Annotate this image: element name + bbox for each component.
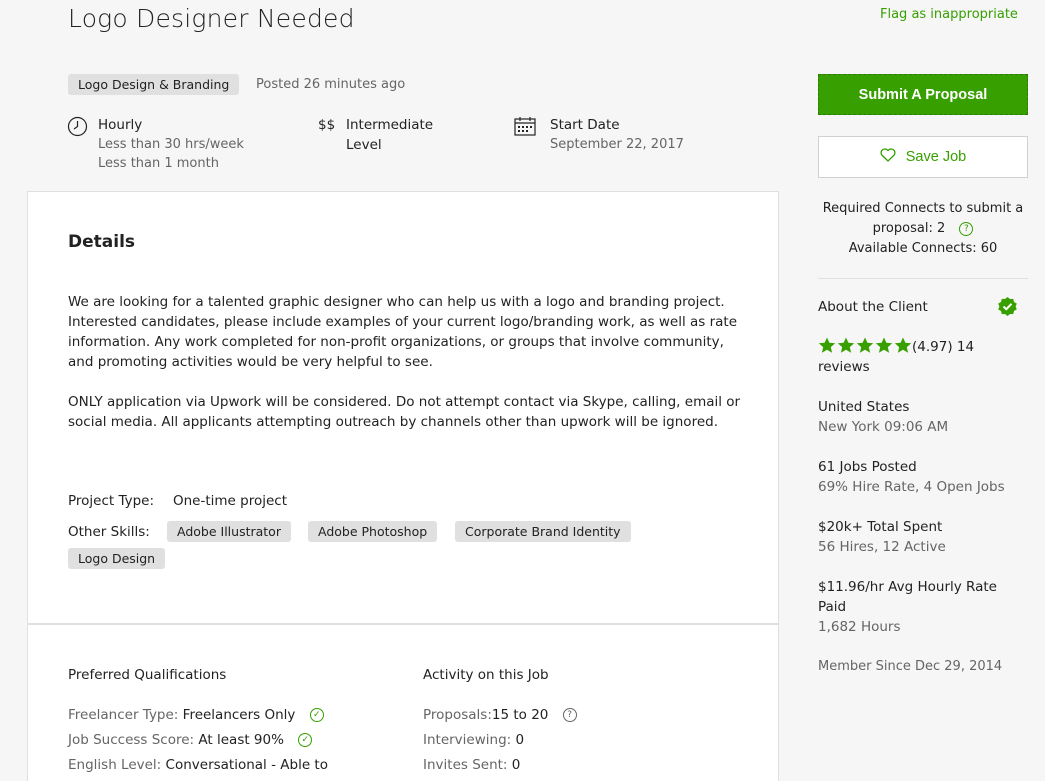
freelancer-type-row: Freelancer Type: Freelancers Only ✓ [68,707,324,723]
details-heading: Details [68,232,136,252]
clock-icon [67,116,88,141]
job-success-value: At least 90% [198,732,284,748]
interviewing-value: 0 [515,732,525,748]
star-icon [856,337,874,358]
job-title: Logo Designer Needed [68,4,355,33]
description-paragraph-2: ONLY application via Upwork will be cons… [68,394,741,430]
connects-line-2: proposal: 2 [872,221,946,236]
job-success-row: Job Success Score: At least 90% ✓ [68,732,313,748]
skill-tag[interactable]: Corporate Brand Identity [455,521,631,542]
hires-count: 56 Hires, 12 Active [818,539,946,555]
sidebar-divider [818,278,1028,279]
rating-value: (4.97) 14 [912,339,975,355]
invites-value: 0 [511,757,521,773]
total-spent: $20k+ Total Spent [818,519,943,535]
proposals-row: Proposals:15 to 20 ? [423,707,577,723]
connects-line-2-row: proposal: 2 ? [818,219,1028,239]
job-success-label: Job Success Score: [68,732,195,748]
invites-row: Invites Sent: 0 [423,757,520,773]
posted-time: Posted 26 minutes ago [256,77,406,92]
activity-heading: Activity on this Job [423,667,549,683]
member-since: Member Since Dec 29, 2014 [818,659,1003,674]
calendar-icon [514,116,536,140]
client-country: United States [818,399,910,415]
category-tag[interactable]: Logo Design & Branding [68,74,240,95]
flag-inappropriate-link[interactable]: Flag as inappropriate [880,7,1018,22]
skill-tag[interactable]: Adobe Illustrator [167,521,291,542]
description-paragraph-1: We are looking for a talented graphic de… [68,294,738,370]
total-hours: 1,682 Hours [818,619,901,635]
price-level-icon: $$ [318,117,336,133]
save-job-label: Save Job [905,149,967,165]
client-local-time: New York 09:06 AM [818,419,949,435]
help-icon[interactable]: ? [562,708,577,722]
other-skills-label: Other Skills: [68,524,150,540]
connects-info: Required Connects to submit a proposal: … [818,199,1028,259]
avg-hourly-rate-line2: Paid [818,599,847,615]
freelancer-type-value: Freelancers Only [182,707,296,723]
details-card [27,191,779,781]
star-icon [818,337,836,358]
available-connects: Available Connects: 60 [848,241,998,256]
start-date-value: September 22, 2017 [550,137,684,152]
duration: Less than 1 month [98,156,219,171]
verified-check-icon [997,296,1018,321]
star-icon [875,337,893,358]
save-job-button[interactable]: Save Job [818,136,1028,178]
skill-tag[interactable]: Adobe Photoshop [308,521,438,542]
star-icon [837,337,855,358]
heart-icon [880,148,896,166]
hire-rate: 69% Hire Rate, 4 Open Jobs [818,479,1005,495]
jobs-posted: 61 Jobs Posted [818,459,917,475]
experience-level: Intermediate [346,117,434,133]
hourly-label: Hourly [98,117,143,133]
english-level-label: English Level: [68,757,162,773]
english-level-row: English Level: Conversational - Able to [68,757,328,773]
interviewing-row: Interviewing: 0 [423,732,524,748]
english-level-value: Conversational - Able to [165,757,328,773]
preferred-qualifications-heading: Preferred Qualifications [68,667,227,683]
rating-stars [818,337,912,358]
connects-line-1: Required Connects to submit a [822,201,1024,216]
experience-level-line2: Level [346,137,382,153]
avg-hourly-rate: $11.96/hr Avg Hourly Rate [818,579,997,595]
invites-label: Invites Sent: [423,757,508,773]
card-divider [27,623,779,625]
reviews-label: reviews [818,359,870,375]
start-date-label: Start Date [550,117,620,133]
freelancer-type-label: Freelancer Type: [68,707,179,723]
hours-per-week: Less than 30 hrs/week [98,137,244,152]
interviewing-label: Interviewing: [423,732,512,748]
submit-proposal-button[interactable]: Submit A Proposal [818,74,1028,115]
check-circle-icon: ✓ [309,708,324,722]
about-client-heading: About the Client [818,299,928,315]
star-icon [894,337,912,358]
project-type-label: Project Type: [68,493,155,509]
proposals-value: 15 to 20 [491,707,549,723]
help-icon[interactable]: ? [959,221,974,236]
project-type-value: One-time project [173,493,288,509]
check-circle-icon: ✓ [298,733,313,747]
skill-tag[interactable]: Logo Design [68,548,166,569]
proposals-label: Proposals: [423,707,492,723]
